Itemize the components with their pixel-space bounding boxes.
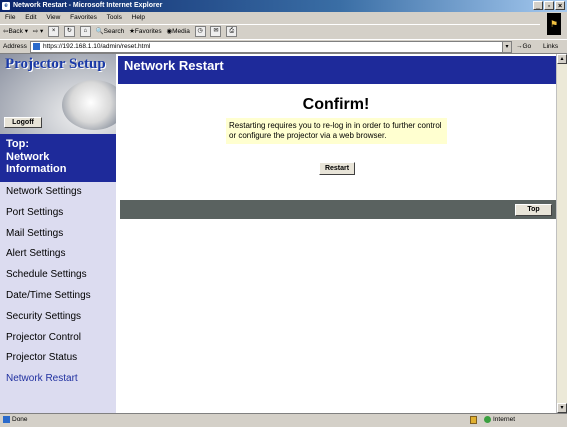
zone-label: Internet <box>493 416 516 423</box>
menu-file[interactable]: File <box>5 14 15 21</box>
window-controls: _ ▫ × <box>533 1 565 10</box>
confirm-heading: Confirm! <box>302 96 370 113</box>
menu-help[interactable]: Help <box>132 14 145 21</box>
nav-security-settings[interactable]: Security Settings <box>0 307 116 328</box>
address-label: Address <box>3 43 27 50</box>
nav-mail-settings[interactable]: Mail Settings <box>0 224 116 245</box>
status-text: Done <box>12 416 28 423</box>
window-title: Network Restart - Microsoft Internet Exp… <box>13 2 163 9</box>
top-label: Top: <box>6 138 30 150</box>
scroll-up-icon[interactable]: ▴ <box>557 54 567 64</box>
back-button[interactable]: ⇦Back ▾ <box>3 25 28 39</box>
favorites-label: Favorites <box>134 28 162 35</box>
print-icon[interactable]: ⎙ <box>226 25 238 37</box>
media-button[interactable]: ◉Media <box>166 25 189 39</box>
top-network-information-link[interactable]: Top: Network Information <box>0 134 116 182</box>
links-button[interactable]: Links <box>543 40 558 53</box>
scroll-down-icon[interactable]: ▾ <box>557 403 567 413</box>
back-label: Back <box>8 28 23 35</box>
page-title: Network Restart <box>118 56 556 84</box>
menu-tools[interactable]: Tools <box>107 14 122 21</box>
favorites-button[interactable]: ★Favorites <box>129 25 162 39</box>
maximize-button[interactable]: ▫ <box>544 1 554 10</box>
nav-schedule-settings[interactable]: Schedule Settings <box>0 265 116 286</box>
lock-icon <box>470 416 477 424</box>
footer-bar <box>120 200 556 219</box>
forward-button[interactable]: ⇨ ▾ <box>33 25 44 39</box>
address-input[interactable]: https://192.168.1.10/admin/reset.html <box>30 41 510 53</box>
nav-date-time-settings[interactable]: Date/Time Settings <box>0 286 116 307</box>
nav-projector-control[interactable]: Projector Control <box>0 328 116 349</box>
home-icon[interactable]: ⌂ <box>79 25 91 37</box>
nav-list: Network Settings Port Settings Mail Sett… <box>0 182 116 390</box>
globe-icon <box>484 415 491 423</box>
search-button[interactable]: 🔍Search <box>96 25 125 39</box>
menu-view[interactable]: View <box>46 14 60 21</box>
menu-edit[interactable]: Edit <box>25 14 36 21</box>
close-button[interactable]: × <box>555 1 565 10</box>
nav-port-settings[interactable]: Port Settings <box>0 203 116 224</box>
security-zone: Internet <box>484 414 515 426</box>
page-viewport: Projector Setup Logoff Top: Network Info… <box>0 54 556 413</box>
nav-projector-status[interactable]: Projector Status <box>0 348 116 369</box>
address-bar: Address https://192.168.1.10/admin/reset… <box>0 39 567 54</box>
history-icon[interactable]: ◷ <box>194 25 206 37</box>
sidebar: Projector Setup Logoff Top: Network Info… <box>0 54 116 413</box>
nav-network-restart[interactable]: Network Restart <box>0 369 116 390</box>
logoff-button[interactable]: Logoff <box>4 117 42 128</box>
projector-lens-image <box>62 80 116 130</box>
address-url: https://192.168.1.10/admin/reset.html <box>43 43 151 50</box>
ie-page-icon: e <box>2 2 10 10</box>
logo-title: Projector Setup <box>5 56 106 72</box>
refresh-icon[interactable]: ↻ <box>63 25 75 37</box>
restart-button[interactable]: Restart <box>319 162 355 175</box>
vertical-scrollbar[interactable]: ▴ ▾ <box>556 54 567 413</box>
go-label: Go <box>522 43 532 50</box>
stop-icon[interactable]: × <box>48 25 60 37</box>
top-button[interactable]: Top <box>515 204 552 216</box>
menu-favorites[interactable]: Favorites <box>70 14 97 21</box>
status-bar: Done Internet <box>0 413 567 427</box>
network-label: Network <box>6 150 50 163</box>
address-dropdown-icon[interactable]: ▾ <box>502 41 512 53</box>
mail-icon[interactable]: ✉ <box>210 25 222 37</box>
go-button[interactable]: →Go <box>516 40 531 53</box>
nav-network-settings[interactable]: Network Settings <box>0 182 116 203</box>
restart-message: Restarting requires you to re-log in in … <box>226 118 447 144</box>
logo-area: Projector Setup Logoff <box>0 54 116 134</box>
page-icon <box>33 43 40 50</box>
status-done: Done <box>3 414 28 426</box>
title-bar: e Network Restart - Microsoft Internet E… <box>0 0 567 12</box>
page-done-icon <box>3 415 10 423</box>
nav-alert-settings[interactable]: Alert Settings <box>0 244 116 265</box>
minimize-button[interactable]: _ <box>533 1 543 10</box>
search-label: Search <box>103 28 125 35</box>
menu-bar: File Edit View Favorites Tools Help <box>0 12 567 24</box>
information-label: Information <box>6 163 67 175</box>
media-label: Media <box>172 28 190 35</box>
main-content: Network Restart Confirm! Restarting requ… <box>116 54 556 413</box>
toolbar: ⇦Back ▾ ⇨ ▾ × ↻ ⌂ 🔍Search ★Favorites ◉Me… <box>0 24 540 39</box>
windows-logo-icon: ⚑ <box>547 13 561 35</box>
